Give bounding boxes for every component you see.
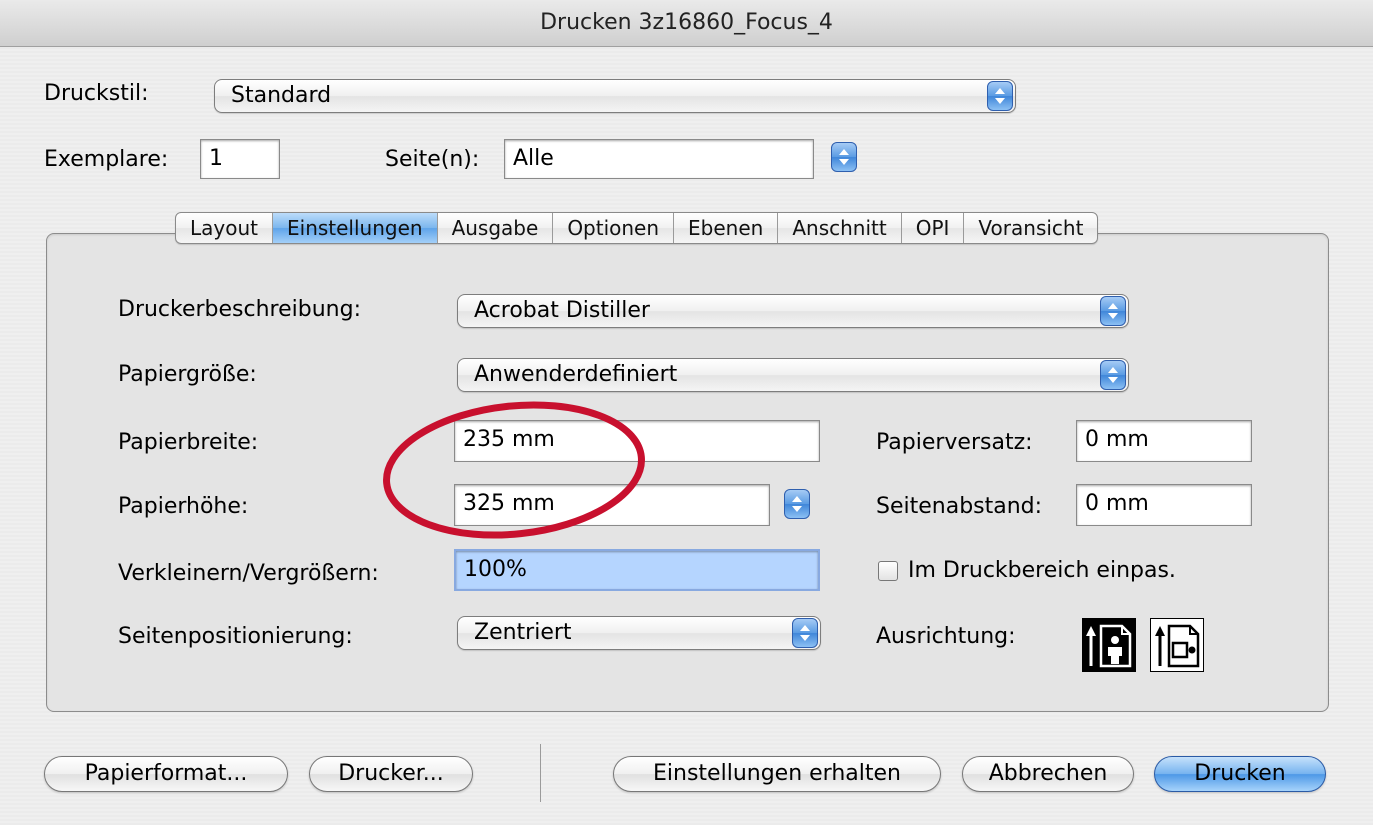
papiergroesse-label: Papiergröße: bbox=[118, 362, 257, 387]
seitenabstand-label: Seitenabstand: bbox=[876, 494, 1043, 519]
papierformat-button[interactable]: Papierformat... bbox=[44, 756, 288, 792]
skalierung-label: Verkleinern/Vergrößern: bbox=[118, 561, 379, 586]
tab-ebenen[interactable]: Ebenen bbox=[673, 213, 777, 243]
tab-layout[interactable]: Layout bbox=[176, 213, 272, 243]
popup-arrows-icon bbox=[1100, 360, 1126, 390]
popup-arrows-icon bbox=[1100, 296, 1126, 326]
tab-einstellungen[interactable]: Einstellungen bbox=[272, 213, 437, 243]
drucken-button[interactable]: Drucken bbox=[1154, 756, 1326, 792]
popup-arrows-icon bbox=[792, 618, 818, 648]
papiergroesse-popup[interactable]: Anwenderdefiniert bbox=[457, 358, 1129, 392]
seiten-field[interactable]: Alle bbox=[504, 139, 814, 179]
seiten-popup-arrows-icon[interactable] bbox=[831, 142, 857, 172]
ausrichtung-label: Ausrichtung: bbox=[876, 624, 1016, 649]
skalierung-field[interactable]: 100% bbox=[454, 549, 820, 591]
einpassen-label: Im Druckbereich einpas. bbox=[908, 558, 1176, 583]
papierbreite-label: Papierbreite: bbox=[118, 430, 259, 455]
papierhoehe-label: Papierhöhe: bbox=[118, 494, 249, 519]
annotation-ellipse bbox=[383, 401, 645, 539]
tab-voransicht[interactable]: Voransicht bbox=[963, 213, 1097, 243]
seitenpositionierung-label: Seitenpositionierung: bbox=[118, 624, 353, 649]
tab-ausgabe[interactable]: Ausgabe bbox=[436, 213, 553, 243]
papierhoehe-popup-arrows-icon[interactable] bbox=[784, 489, 810, 519]
exemplare-field[interactable]: 1 bbox=[200, 139, 280, 179]
print-dialog: Drucken 3z16860_Focus_4 Druckstil: Stand… bbox=[0, 0, 1373, 825]
abbrechen-button[interactable]: Abbrechen bbox=[962, 756, 1134, 792]
seitenabstand-field[interactable]: 0 mm bbox=[1076, 484, 1252, 526]
tab-optionen[interactable]: Optionen bbox=[552, 213, 673, 243]
papierversatz-field[interactable]: 0 mm bbox=[1076, 420, 1252, 462]
portrait-orientation-icon[interactable] bbox=[1082, 618, 1136, 672]
druckstil-value: Standard bbox=[231, 83, 332, 108]
druckerbeschreibung-popup[interactable]: Acrobat Distiller bbox=[457, 294, 1129, 328]
einstellungen-erhalten-button[interactable]: Einstellungen erhalten bbox=[613, 756, 941, 792]
exemplare-label: Exemplare: bbox=[44, 147, 169, 172]
drucker-button[interactable]: Drucker... bbox=[309, 756, 473, 792]
druckerbeschreibung-value: Acrobat Distiller bbox=[474, 298, 650, 323]
druckstil-popup[interactable]: Standard bbox=[214, 79, 1016, 113]
seitenpositionierung-value: Zentriert bbox=[474, 620, 572, 645]
tab-bar: Layout Einstellungen Ausgabe Optionen Eb… bbox=[175, 212, 1099, 244]
druckerbeschreibung-label: Druckerbeschreibung: bbox=[118, 297, 361, 322]
button-separator bbox=[540, 744, 541, 802]
einpassen-checkbox[interactable] bbox=[878, 561, 898, 581]
tab-opi[interactable]: OPI bbox=[900, 213, 964, 243]
popup-arrows-icon bbox=[987, 81, 1013, 111]
tab-anschnitt[interactable]: Anschnitt bbox=[777, 213, 900, 243]
papierversatz-label: Papierversatz: bbox=[876, 430, 1033, 455]
papiergroesse-value: Anwenderdefiniert bbox=[474, 362, 678, 387]
landscape-orientation-icon[interactable] bbox=[1150, 618, 1204, 672]
druckstil-label: Druckstil: bbox=[44, 81, 149, 106]
window-title: Drucken 3z16860_Focus_4 bbox=[0, 0, 1373, 47]
seitenpositionierung-popup[interactable]: Zentriert bbox=[457, 616, 821, 650]
seiten-label: Seite(n): bbox=[385, 147, 480, 172]
